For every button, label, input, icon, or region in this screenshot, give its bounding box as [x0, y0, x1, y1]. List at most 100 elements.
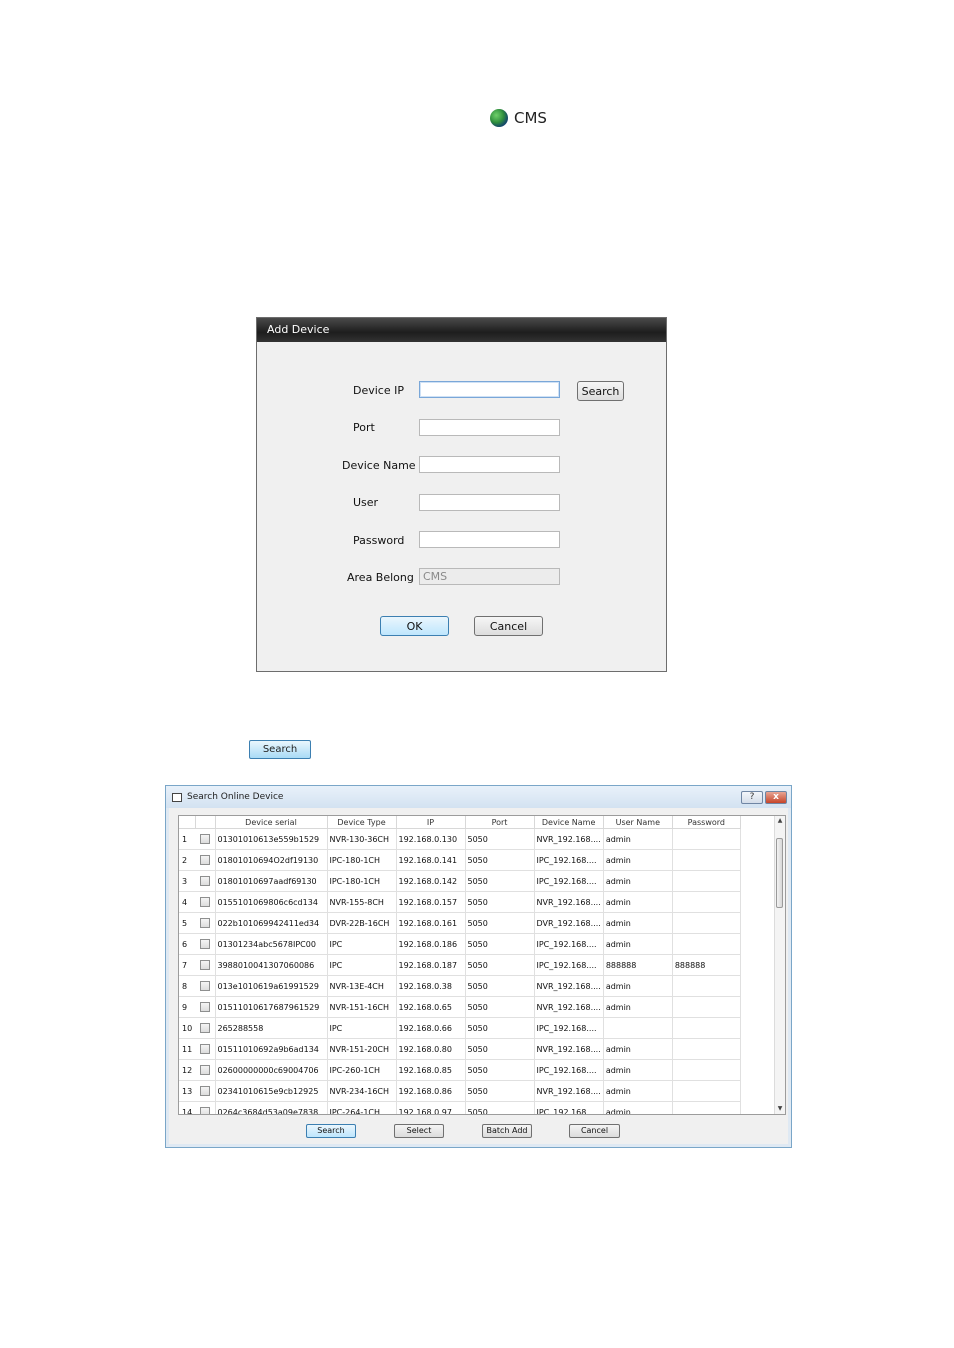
table-row[interactable]: 9 01511010617687961529 NVR-151-16CH 192.168…: [179, 996, 741, 1018]
device-password-cell: [672, 1080, 741, 1102]
port-input[interactable]: [419, 419, 560, 436]
vertical-scrollbar[interactable]: ▲ ▼: [774, 816, 785, 1114]
column-header[interactable]: Port: [465, 816, 535, 829]
scroll-thumb[interactable]: [776, 838, 783, 908]
row-checkbox-cell[interactable]: [195, 912, 216, 934]
table-row[interactable]: 5 022b101069942411ed34 DVR-22B-16CH 192.168…: [179, 912, 741, 934]
checkbox[interactable]: [199, 1023, 210, 1033]
row-number-cell: 13: [179, 1080, 195, 1102]
device-serial-cell: 013e1010619a61991529: [215, 975, 328, 997]
row-checkbox-cell[interactable]: [195, 954, 216, 976]
column-header[interactable]: Device serial: [215, 816, 328, 829]
checkbox[interactable]: [199, 918, 210, 928]
table-row[interactable]: 14 0264c3684d53a09e7838 IPC-264-1CH 192.168…: [179, 1101, 741, 1114]
table-row[interactable]: 12 02600000000c69004706 IPC-260-1CH 192.168…: [179, 1059, 741, 1081]
search-button[interactable]: Search: [249, 740, 311, 759]
device-port-cell: 5050: [465, 849, 535, 871]
checkbox[interactable]: [199, 1002, 210, 1012]
row-checkbox-cell[interactable]: [195, 849, 216, 871]
window-icon: [172, 792, 182, 802]
device-type-cell: NVR-151-16CH: [327, 996, 397, 1018]
checkbox[interactable]: [199, 897, 210, 907]
checkbox[interactable]: [199, 1107, 210, 1114]
device-name-cell: NVR_192.168....: [534, 1038, 604, 1060]
port-label: Port: [353, 421, 375, 434]
checkbox[interactable]: [199, 1065, 210, 1075]
table-row[interactable]: 1 01301010613e559b1529 NVR-130-36CH 192.168…: [179, 828, 741, 850]
table-row[interactable]: 8 013e1010619a61991529 NVR-13E-4CH 192.168.…: [179, 975, 741, 997]
select-button[interactable]: Select: [394, 1124, 444, 1138]
device-name-cell: IPC_192.168....: [534, 1059, 604, 1081]
row-checkbox-cell[interactable]: [195, 996, 216, 1018]
device-ip-input[interactable]: [419, 381, 560, 398]
device-type-cell: IPC: [327, 933, 397, 955]
device-type-cell: NVR-13E-4CH: [327, 975, 397, 997]
password-input[interactable]: [419, 531, 560, 548]
scroll-up-icon[interactable]: ▲: [775, 816, 785, 826]
row-checkbox-cell[interactable]: [195, 828, 216, 850]
row-checkbox-cell[interactable]: [195, 870, 216, 892]
search-online-device-window: Search Online Device ? x Device serial D…: [165, 785, 792, 1148]
row-number-cell: 8: [179, 975, 195, 997]
user-name-cell: [603, 1017, 673, 1039]
device-type-cell: NVR-130-36CH: [327, 828, 397, 850]
batch-add-button[interactable]: Batch Add: [482, 1124, 532, 1138]
checkbox[interactable]: [199, 981, 210, 991]
column-header[interactable]: IP: [396, 816, 466, 829]
checkbox[interactable]: [199, 855, 210, 865]
checkbox[interactable]: [199, 1044, 210, 1054]
column-header[interactable]: Device Name: [534, 816, 604, 829]
checkbox[interactable]: [199, 834, 210, 844]
device-type-cell: IPC: [327, 1017, 397, 1039]
table-row[interactable]: 10 265288558 IPC 192.168.0.66 5050 IPC_192.16…: [179, 1017, 741, 1039]
row-number-cell: 6: [179, 933, 195, 955]
add-device-title: Add Device: [257, 318, 666, 342]
row-number-cell: 11: [179, 1038, 195, 1060]
checkbox[interactable]: [199, 960, 210, 970]
sod-search-button[interactable]: Search: [306, 1124, 356, 1138]
device-serial-cell: 02600000000c69004706: [215, 1059, 328, 1081]
cms-tree-node[interactable]: CMS: [490, 107, 547, 129]
device-port-cell: 5050: [465, 1101, 535, 1114]
device-password-cell: [672, 870, 741, 892]
checkbox[interactable]: [199, 1086, 210, 1096]
user-label: User: [353, 496, 379, 509]
cancel-button[interactable]: Cancel: [474, 616, 543, 636]
row-checkbox-cell[interactable]: [195, 1038, 216, 1060]
row-checkbox-cell[interactable]: [195, 933, 216, 955]
row-checkbox-cell[interactable]: [195, 1080, 216, 1102]
row-checkbox-cell[interactable]: [195, 1059, 216, 1081]
table-row[interactable]: 2 01801010694O2df19130 IPC-180-1CH 192.168.…: [179, 849, 741, 871]
table-row[interactable]: 6 01301234abc5678IPC00 IPC 192.168.0.186 505…: [179, 933, 741, 955]
device-ip-cell: 192.168.0.66: [396, 1017, 466, 1039]
user-input[interactable]: [419, 494, 560, 511]
column-header[interactable]: User Name: [603, 816, 673, 829]
table-row[interactable]: 13 02341010615e9cb12925 NVR-234-16CH 192.16…: [179, 1080, 741, 1102]
row-checkbox-cell[interactable]: [195, 1017, 216, 1039]
column-header[interactable]: Device Type: [327, 816, 397, 829]
globe-icon: [490, 109, 508, 127]
device-password-cell: [672, 828, 741, 850]
device-serial-cell: 01801010694O2df19130: [215, 849, 328, 871]
user-name-cell: admin: [603, 828, 673, 850]
checkbox[interactable]: [199, 939, 210, 949]
row-checkbox-cell[interactable]: [195, 975, 216, 997]
table-row[interactable]: 11 01511010692a9b6ad134 NVR-151-20CH 192.16…: [179, 1038, 741, 1060]
row-checkbox-cell[interactable]: [195, 1101, 216, 1114]
table-row[interactable]: 3 01801010697aadf69130 IPC-180-1CH 192.168.…: [179, 870, 741, 892]
ok-button[interactable]: OK: [380, 616, 449, 636]
device-ip-label: Device IP: [353, 384, 404, 397]
scroll-down-icon[interactable]: ▼: [775, 1104, 785, 1114]
add-device-search-button[interactable]: Search: [577, 381, 624, 401]
row-checkbox-cell[interactable]: [195, 891, 216, 913]
table-row[interactable]: 7 3988010041307060086 IPC 192.168.0.187 5050…: [179, 954, 741, 976]
close-button[interactable]: x: [765, 791, 787, 804]
device-name-input[interactable]: [419, 456, 560, 473]
cms-label: CMS: [514, 109, 547, 127]
help-button[interactable]: ?: [741, 791, 763, 804]
device-port-cell: 5050: [465, 996, 535, 1018]
table-row[interactable]: 4 0155101069806c6cd134 NVR-155-8CH 192.168.…: [179, 891, 741, 913]
column-header[interactable]: Password: [672, 816, 741, 829]
checkbox[interactable]: [199, 876, 210, 886]
sod-cancel-button[interactable]: Cancel: [569, 1124, 620, 1138]
